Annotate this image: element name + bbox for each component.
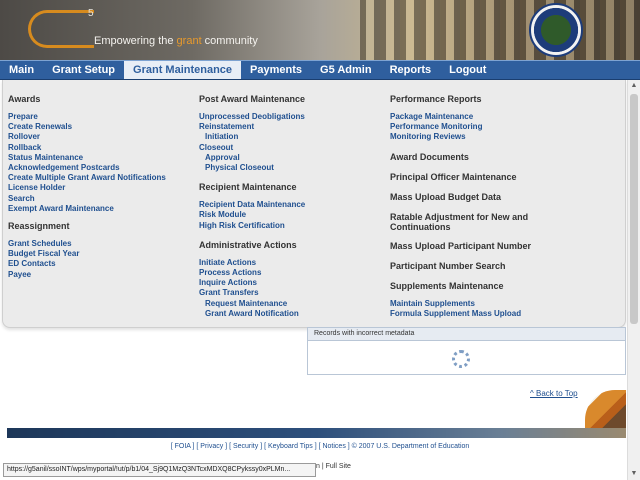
- menu-link-package-maintenance[interactable]: Package Maintenance: [390, 112, 540, 122]
- menu-link-approval[interactable]: Approval: [199, 153, 305, 163]
- menu-link-request-maintenance[interactable]: Request Maintenance: [199, 299, 305, 309]
- menu-item-ratable-adjustment[interactable]: Ratable Adjustment for New and Continuat…: [390, 212, 540, 232]
- menu-link-reinstatement[interactable]: Reinstatement: [199, 122, 305, 132]
- menu-link-acknowledgement-postcards[interactable]: Acknowledgement Postcards: [8, 163, 166, 173]
- menu-link-ed-contacts[interactable]: ED Contacts: [8, 259, 166, 269]
- status-bar-url: https://g5anil/ssoINT/wps/myportal/!ut/p…: [3, 463, 316, 477]
- menu-link-closeout[interactable]: Closeout: [199, 143, 305, 153]
- footer-links: [ FOIA ] [ Privacy ] [ Security ] [ Keyb…: [0, 443, 640, 450]
- section-title-post-award: Post Award Maintenance: [199, 94, 306, 104]
- menu-item-award-documents[interactable]: Award Documents: [390, 152, 540, 163]
- decorative-corner-image: [585, 390, 626, 428]
- footer-link-security[interactable]: [ Security ]: [229, 443, 262, 450]
- menu-link-budget-fiscal-year[interactable]: Budget Fiscal Year: [8, 249, 166, 259]
- full-site-link: n | Full Site: [316, 463, 351, 470]
- menu-link-prepare[interactable]: Prepare: [8, 112, 166, 122]
- menu-link-maintain-supplements[interactable]: Maintain Supplements: [390, 299, 540, 309]
- menu-link-create-renewals[interactable]: Create Renewals: [8, 122, 166, 132]
- menu-column-post-award: Post Award Maintenance Unprocessed Deobl…: [199, 94, 305, 319]
- menu-link-grant-schedules[interactable]: Grant Schedules: [8, 239, 166, 249]
- nav-g5-admin[interactable]: G5 Admin: [311, 61, 381, 79]
- footer-link-foia[interactable]: [ FOIA ]: [171, 443, 195, 450]
- nav-main[interactable]: Main: [0, 61, 43, 79]
- menu-item-principal-officer-maintenance[interactable]: Principal Officer Maintenance: [390, 172, 540, 183]
- menu-link-license-holder[interactable]: License Holder: [8, 183, 166, 193]
- menu-link-physical-closeout[interactable]: Physical Closeout: [199, 163, 305, 173]
- footer-link-keyboard-tips[interactable]: [ Keyboard Tips ]: [264, 443, 317, 450]
- back-to-top-link[interactable]: ^ Back to Top: [530, 389, 578, 398]
- menu-link-inquire-actions[interactable]: Inquire Actions: [199, 278, 305, 288]
- menu-link-search[interactable]: Search: [8, 194, 166, 204]
- menu-link-formula-supplement-mass-upload[interactable]: Formula Supplement Mass Upload: [390, 309, 540, 319]
- section-title-performance-reports: Performance Reports: [390, 94, 482, 104]
- menu-link-risk-module[interactable]: Risk Module: [199, 210, 305, 220]
- menu-link-rollback[interactable]: Rollback: [8, 143, 166, 153]
- nav-reports[interactable]: Reports: [381, 61, 441, 79]
- menu-item-mass-upload-participant-number[interactable]: Mass Upload Participant Number: [390, 241, 540, 252]
- section-title-supplements-maintenance: Supplements Maintenance: [390, 280, 504, 291]
- menu-link-exempt-award-maintenance[interactable]: Exempt Award Maintenance: [8, 204, 166, 214]
- nav-logout[interactable]: Logout: [440, 61, 495, 79]
- loading-spinner-icon: [452, 350, 470, 368]
- menu-link-payee[interactable]: Payee: [8, 270, 166, 280]
- scroll-down-arrow-icon[interactable]: ▼: [628, 468, 640, 480]
- menu-link-status-maintenance[interactable]: Status Maintenance: [8, 153, 166, 163]
- header-banner: 5 Empowering the grant community: [0, 0, 640, 60]
- menu-link-grant-transfers[interactable]: Grant Transfers: [199, 288, 305, 298]
- footer-copyright[interactable]: © 2007 U.S. Department of Education: [352, 443, 470, 450]
- full-site-label[interactable]: Full Site: [326, 463, 351, 470]
- section-title-reassignment: Reassignment: [8, 221, 70, 232]
- scrollbar-thumb[interactable]: [630, 94, 638, 324]
- menu-column-performance: Performance Reports Package Maintenance …: [390, 94, 540, 319]
- nav-grant-maintenance[interactable]: Grant Maintenance: [124, 61, 242, 79]
- menu-item-participant-number-search[interactable]: Participant Number Search: [390, 261, 540, 272]
- nav-grant-setup[interactable]: Grant Setup: [43, 61, 124, 79]
- menu-link-initiate-actions[interactable]: Initiate Actions: [199, 258, 305, 268]
- library-shelves-image: [360, 0, 640, 60]
- menu-link-recipient-data-maintenance[interactable]: Recipient Data Maintenance: [199, 200, 305, 210]
- menu-link-initiation[interactable]: Initiation: [199, 132, 305, 142]
- g5-logo-icon: [28, 10, 94, 48]
- vertical-scrollbar[interactable]: ▲ ▼: [627, 80, 640, 480]
- menu-link-create-multiple-gan[interactable]: Create Multiple Grant Award Notification…: [8, 173, 166, 183]
- logo-superscript: 5: [88, 8, 94, 19]
- menu-link-monitoring-reviews[interactable]: Monitoring Reviews: [390, 132, 540, 142]
- footer-link-privacy[interactable]: [ Privacy ]: [196, 443, 227, 450]
- scroll-up-arrow-icon[interactable]: ▲: [628, 80, 640, 92]
- main-nav-bar: Main Grant Setup Grant Maintenance Payme…: [0, 60, 640, 80]
- menu-column-awards: Awards Prepare Create Renewals Rollover …: [8, 94, 166, 280]
- grant-maintenance-menu: Awards Prepare Create Renewals Rollover …: [2, 80, 626, 328]
- footer-bar: [7, 428, 626, 438]
- section-title-awards: Awards: [8, 94, 41, 104]
- section-title-recipient-maintenance: Recipient Maintenance: [199, 182, 297, 193]
- menu-link-performance-monitoring[interactable]: Performance Monitoring: [390, 122, 540, 132]
- brand-tagline: Empowering the grant community: [94, 35, 258, 47]
- department-of-education-seal-icon: [529, 3, 583, 57]
- menu-link-rollover[interactable]: Rollover: [8, 132, 166, 142]
- section-title-administrative-actions: Administrative Actions: [199, 239, 297, 250]
- nav-payments[interactable]: Payments: [241, 61, 311, 79]
- menu-link-process-actions[interactable]: Process Actions: [199, 268, 305, 278]
- records-panel: Records with incorrect metadata: [307, 327, 626, 375]
- records-panel-title: Records with incorrect metadata: [308, 328, 625, 341]
- menu-link-unprocessed-deobligations[interactable]: Unprocessed Deobligations: [199, 112, 305, 122]
- footer-link-notices[interactable]: [ Notices ]: [319, 443, 350, 450]
- menu-link-grant-award-notification[interactable]: Grant Award Notification: [199, 309, 305, 319]
- menu-item-mass-upload-budget-data[interactable]: Mass Upload Budget Data: [390, 192, 540, 203]
- menu-link-high-risk-certification[interactable]: High Risk Certification: [199, 221, 305, 231]
